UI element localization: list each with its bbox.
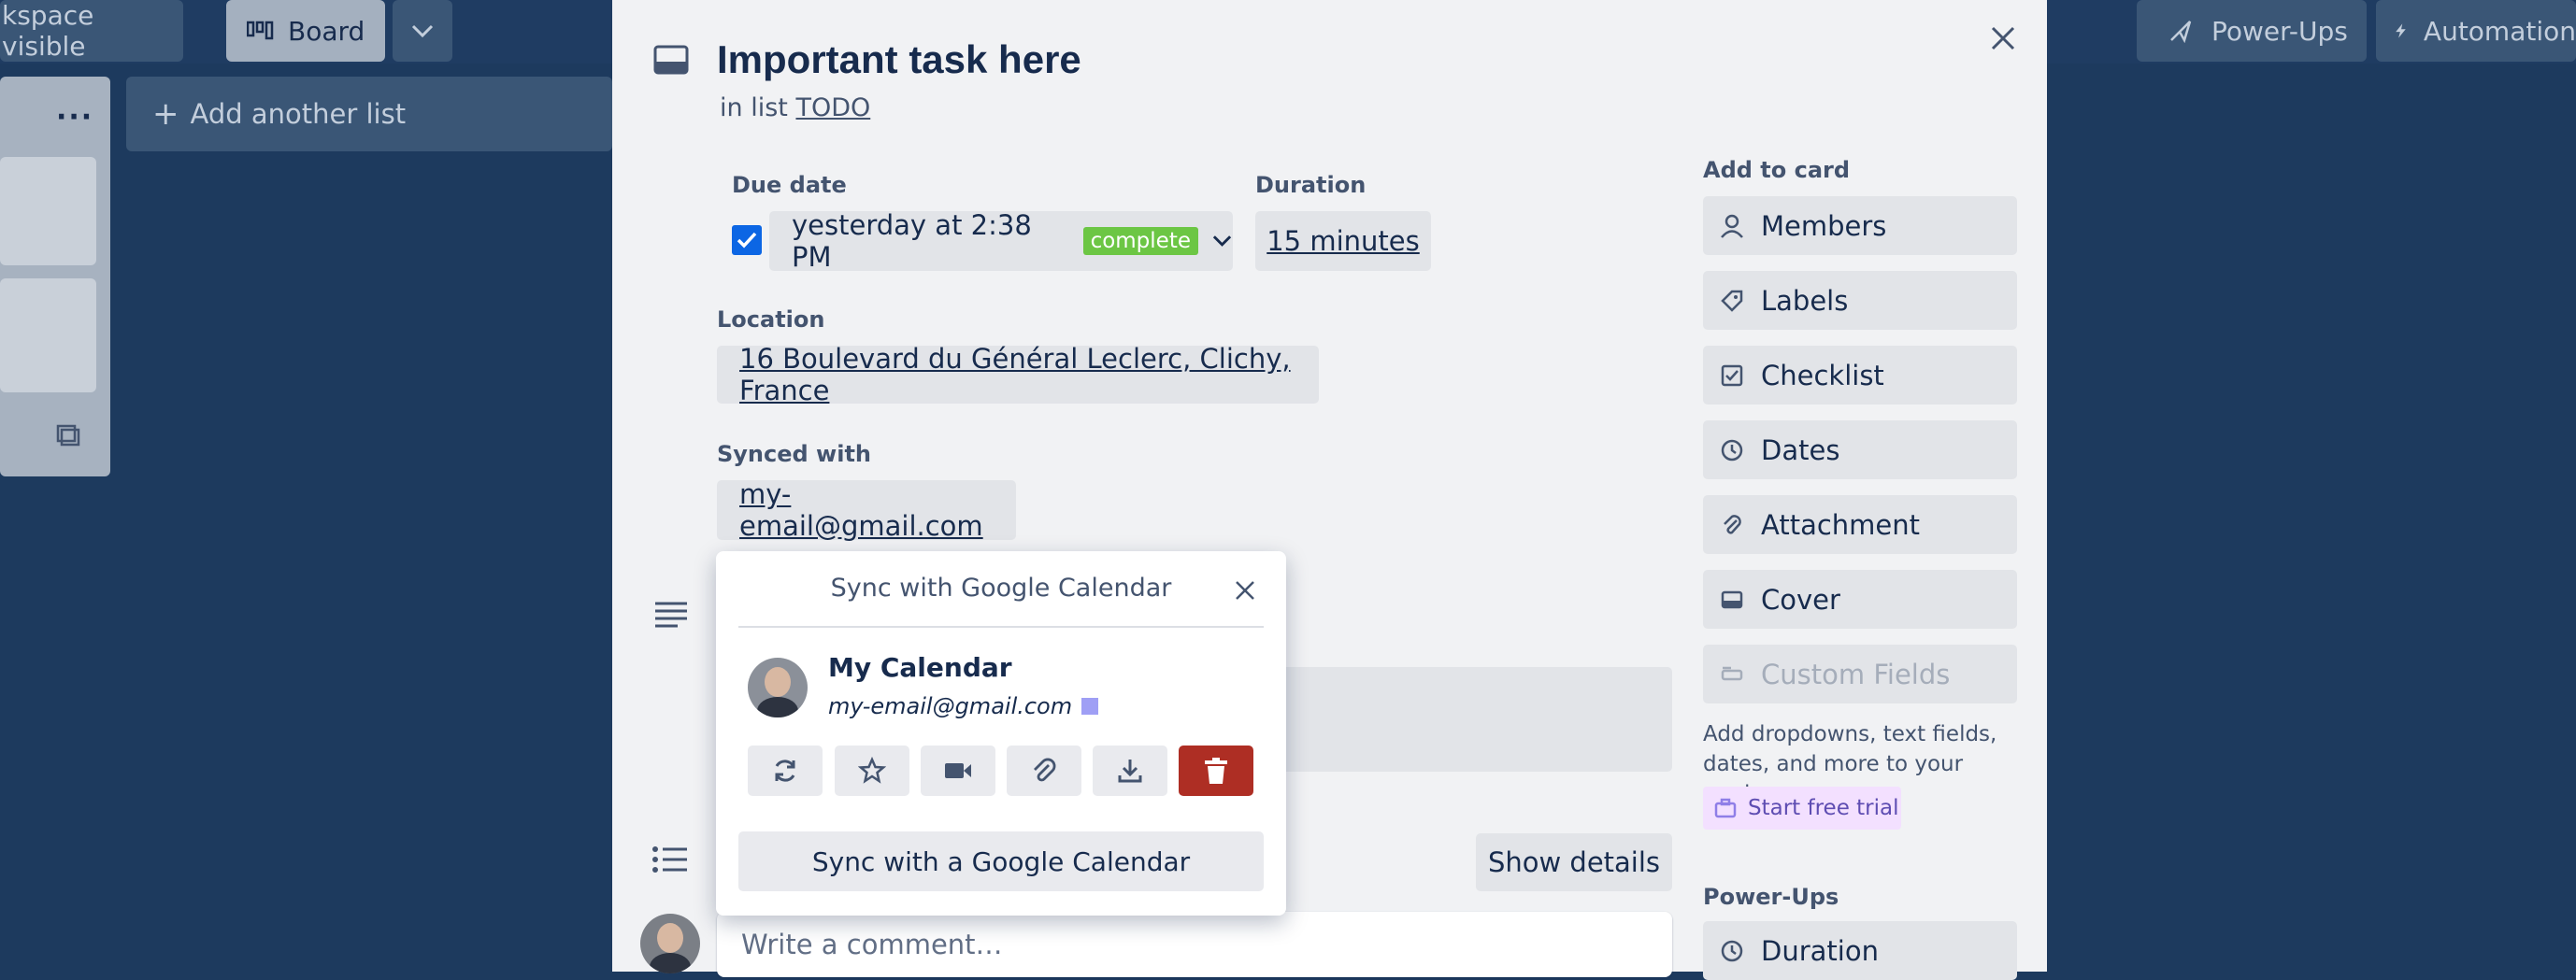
dates-label: Dates: [1761, 433, 1840, 466]
card-icon: [653, 45, 689, 75]
attach-button[interactable]: [1007, 746, 1081, 796]
briefcase-icon: [1714, 798, 1737, 818]
labels-button[interactable]: Labels: [1703, 271, 2017, 330]
video-button[interactable]: [921, 746, 995, 796]
labels-label: Labels: [1761, 284, 1849, 317]
download-icon: [1118, 760, 1142, 783]
sync-calendar-button[interactable]: Sync with a Google Calendar: [738, 831, 1264, 891]
attachment-label: Attachment: [1761, 508, 1921, 541]
card-title[interactable]: Important task here: [717, 37, 1081, 82]
custom-fields-label: Custom Fields: [1761, 658, 1951, 690]
members-button[interactable]: Members: [1703, 196, 2017, 255]
duration-powerup-label: Duration: [1761, 934, 1879, 967]
person-icon: [1721, 214, 1743, 238]
list-column: ···: [0, 77, 110, 476]
synced-account-button[interactable]: my-email@gmail.com: [717, 478, 1016, 542]
custom-fields-icon: [1721, 666, 1743, 680]
cover-button[interactable]: Cover: [1703, 570, 2017, 629]
due-date-button[interactable]: yesterday at 2:38 PM complete: [769, 209, 1233, 273]
calendar-avatar: [748, 658, 808, 717]
powerups-button[interactable]: Power-Ups: [2137, 0, 2367, 62]
lightning-icon: [2396, 23, 2406, 38]
check-icon: [737, 232, 757, 249]
in-list-prefix: in list: [720, 93, 788, 122]
custom-fields-button[interactable]: Custom Fields: [1703, 645, 2017, 703]
due-complete-checkbox[interactable]: [732, 225, 762, 255]
start-trial-button[interactable]: Start free trial: [1703, 787, 1901, 830]
location-button[interactable]: 16 Boulevard du Général Leclerc, Clichy,…: [717, 343, 1319, 406]
automation-label: Automation: [2423, 15, 2576, 47]
dates-button[interactable]: Dates: [1703, 420, 2017, 479]
board-view-button[interactable]: Board: [226, 0, 385, 62]
checklist-button[interactable]: Checklist: [1703, 346, 2017, 405]
tag-icon: [1721, 290, 1743, 312]
video-icon: [945, 763, 971, 778]
checklist-icon: [1721, 364, 1743, 386]
chevron-down-icon: [1212, 235, 1232, 247]
add-to-card-label: Add to card: [1703, 157, 1851, 183]
members-label: Members: [1761, 209, 1887, 242]
close-icon[interactable]: [1989, 24, 2017, 52]
description-icon: [655, 602, 687, 628]
powerups-section-label: Power-Ups: [1703, 884, 1839, 910]
synced-label: Synced with: [717, 441, 872, 467]
template-icon[interactable]: [56, 424, 80, 447]
duration-label: Duration: [1255, 172, 1367, 198]
user-avatar: [640, 914, 700, 973]
clock-icon: [1721, 439, 1743, 461]
calendar-name: My Calendar: [828, 652, 1012, 683]
in-list-text: in list TODO: [720, 93, 870, 122]
trash-icon: [1205, 758, 1227, 784]
add-list-button[interactable]: + Add another list: [126, 77, 612, 151]
list-menu-icon[interactable]: ···: [56, 101, 93, 134]
calendar-email-row: my-email@gmail.com: [828, 693, 1099, 719]
checklist-label: Checklist: [1761, 359, 1884, 391]
comment-placeholder: Write a comment…: [741, 929, 1003, 960]
plus-icon: +: [152, 95, 179, 133]
view-switcher-button[interactable]: [393, 0, 452, 62]
popover-divider: [738, 626, 1264, 628]
calendar-color-swatch: [1081, 698, 1099, 715]
calendar-email: my-email@gmail.com: [828, 693, 1073, 719]
start-trial-label: Start free trial: [1748, 796, 1899, 820]
visibility-button[interactable]: kspace visible: [0, 0, 183, 62]
board-view-label: Board: [288, 15, 365, 47]
list-link[interactable]: TODO: [795, 93, 870, 122]
attachment-button[interactable]: Attachment: [1703, 495, 2017, 554]
due-date-label: Due date: [732, 172, 847, 198]
refresh-icon: [775, 760, 795, 782]
favorite-button[interactable]: [835, 746, 909, 796]
refresh-sync-button[interactable]: [748, 746, 823, 796]
delete-sync-button[interactable]: [1179, 746, 1253, 796]
location-label: Location: [717, 306, 825, 333]
cover-label: Cover: [1761, 583, 1840, 616]
complete-badge: complete: [1082, 227, 1198, 255]
sync-calendar-popover: Sync with Google Calendar My Calendar my…: [716, 551, 1286, 916]
download-button[interactable]: [1093, 746, 1167, 796]
clock-icon: [1721, 940, 1743, 961]
comment-input[interactable]: Write a comment…: [717, 912, 1672, 977]
close-icon[interactable]: [1234, 579, 1256, 602]
list-card[interactable]: [0, 157, 96, 265]
star-icon: [858, 757, 886, 784]
automation-button[interactable]: Automation: [2376, 0, 2576, 62]
powerups-label: Power-Ups: [2211, 15, 2348, 47]
paperclip-icon: [1034, 758, 1056, 782]
board-icon: [247, 21, 274, 40]
cover-icon: [1721, 590, 1743, 608]
show-details-button[interactable]: Show details: [1476, 833, 1672, 891]
paperclip-icon: [1724, 514, 1741, 534]
activity-icon: [652, 846, 687, 873]
visibility-label: kspace visible: [2, 0, 94, 62]
list-card[interactable]: [0, 278, 96, 392]
due-date-value: yesterday at 2:38 PM: [792, 209, 1032, 273]
add-list-label: Add another list: [190, 98, 407, 130]
rocket-icon: [2170, 21, 2192, 43]
duration-button[interactable]: 15 minutes: [1255, 211, 1431, 271]
chevron-down-icon: [411, 24, 434, 38]
popover-title: Sync with Google Calendar: [830, 574, 1172, 603]
